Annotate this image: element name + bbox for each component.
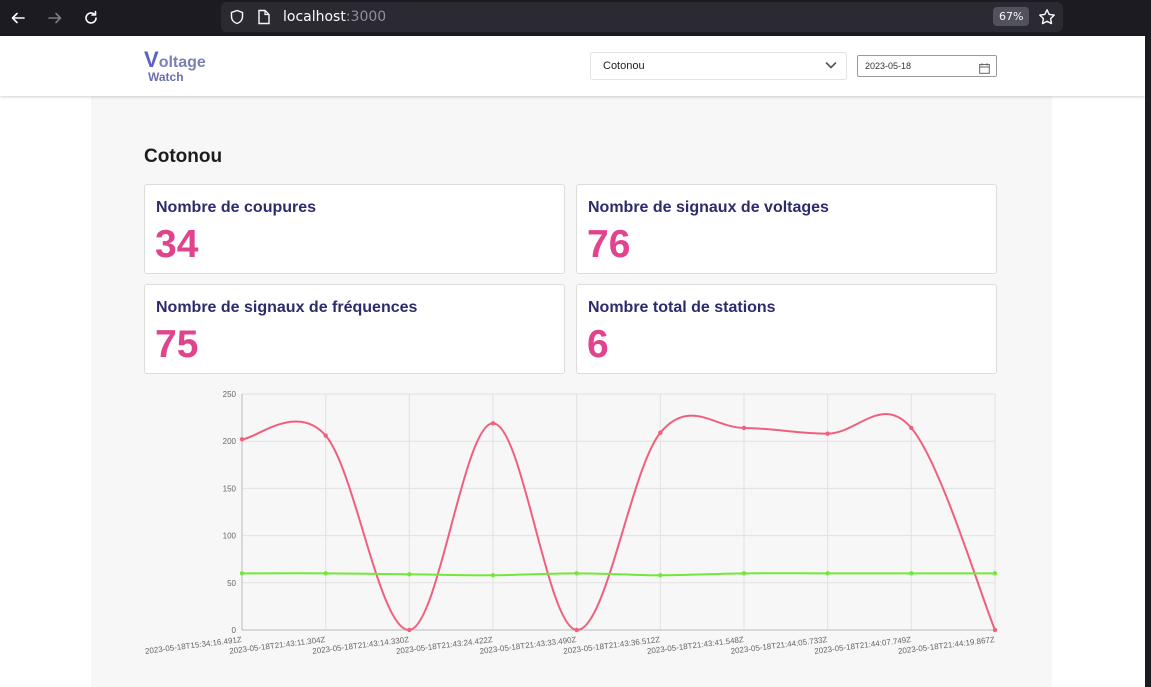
data-point	[407, 572, 412, 577]
y-tick-label: 0	[232, 626, 237, 635]
x-tick-label: 2023-05-18T21:43:36.512Z	[563, 635, 661, 656]
data-point	[490, 421, 496, 426]
stat-card-frequences: Nombre de signaux de fréquences 75	[144, 284, 565, 374]
page-icon	[257, 9, 271, 30]
data-point	[490, 573, 496, 578]
data-point	[909, 571, 914, 576]
stat-card-value: 75	[155, 323, 199, 366]
city-select-value: Cotonou	[603, 60, 645, 72]
x-tick-label: 2023-05-18T21:43:11.304Z	[229, 635, 326, 656]
y-tick-label: 150	[223, 484, 237, 493]
stat-card-value: 6	[587, 323, 609, 366]
shield-icon[interactable]	[229, 9, 245, 30]
star-icon[interactable]	[1038, 8, 1056, 31]
stat-card-label: Nombre total de stations	[588, 299, 776, 316]
browser-toolbar: localhost:3000 67%	[0, 0, 1151, 36]
x-tick-label: 2023-05-18T21:43:41.548Z	[646, 635, 744, 656]
url-text[interactable]: localhost:3000	[283, 9, 386, 25]
logo[interactable]: Voltage Watch	[144, 49, 206, 84]
data-point	[992, 627, 998, 633]
data-point	[992, 571, 998, 576]
stat-card-stations: Nombre total de stations 6	[576, 284, 997, 374]
back-arrow-icon[interactable]	[6, 6, 30, 30]
data-point	[574, 627, 579, 633]
stat-card-value: 34	[155, 223, 199, 266]
stat-card-coupures: Nombre de coupures 34	[144, 184, 565, 274]
stat-card-label: Nombre de coupures	[156, 199, 317, 216]
city-select[interactable]: Cotonou	[590, 52, 847, 80]
zoom-level-badge[interactable]: 67%	[993, 7, 1030, 26]
forward-arrow-icon[interactable]	[43, 6, 67, 30]
data-point	[825, 571, 830, 576]
series-line-0	[241, 413, 996, 632]
x-tick-label: 2023-05-18T21:44:19.867Z	[897, 635, 995, 656]
date-input[interactable]: 2023-05-18	[857, 55, 997, 77]
data-point	[658, 430, 663, 435]
reload-icon[interactable]	[79, 6, 103, 30]
app-header: Voltage Watch Cotonou 2023-05-18	[0, 36, 1145, 96]
calendar-icon[interactable]	[979, 61, 990, 74]
y-tick-label: 100	[223, 532, 237, 541]
x-tick-label: 2023-05-18T21:44:05.733Z	[730, 635, 828, 656]
data-point	[825, 431, 830, 436]
x-tick-label: 2023-05-18T21:43:24.422Z	[395, 635, 493, 656]
x-tick-label: 2023-05-18T15:34:16.491Z	[144, 635, 242, 656]
voltage-frequency-line-chart: 0501001502002502023-05-18T15:34:16.491Z2…	[144, 390, 998, 656]
x-tick-label: 2023-05-18T21:43:14.330Z	[312, 635, 410, 656]
page-title: Cotonou	[144, 146, 223, 167]
series-line-1	[241, 572, 995, 577]
stat-card-label: Nombre de signaux de voltages	[588, 199, 829, 216]
y-tick-label: 50	[227, 579, 236, 588]
data-point	[323, 433, 328, 438]
data-point	[239, 437, 245, 442]
data-point	[407, 627, 412, 633]
address-bar[interactable]: localhost:3000 67%	[221, 2, 1063, 32]
x-tick-label: 2023-05-18T21:44:07.749Z	[814, 635, 912, 656]
devtools-edge	[1145, 36, 1151, 687]
y-tick-label: 250	[223, 390, 237, 399]
y-tick-label: 200	[223, 437, 237, 446]
x-tick-label: 2023-05-18T21:43:33.490Z	[479, 635, 577, 656]
data-point	[574, 571, 579, 576]
stat-card-voltages: Nombre de signaux de voltages 76	[576, 184, 997, 274]
data-point	[239, 571, 245, 576]
stat-card-value: 76	[587, 223, 631, 266]
data-point	[741, 571, 747, 576]
stat-card-label: Nombre de signaux de fréquences	[156, 299, 418, 316]
data-point	[658, 573, 663, 578]
chevron-down-icon	[824, 58, 838, 72]
data-point	[741, 425, 747, 431]
data-point	[323, 571, 328, 576]
data-point	[909, 425, 914, 431]
date-value: 2023-05-18	[865, 61, 912, 71]
